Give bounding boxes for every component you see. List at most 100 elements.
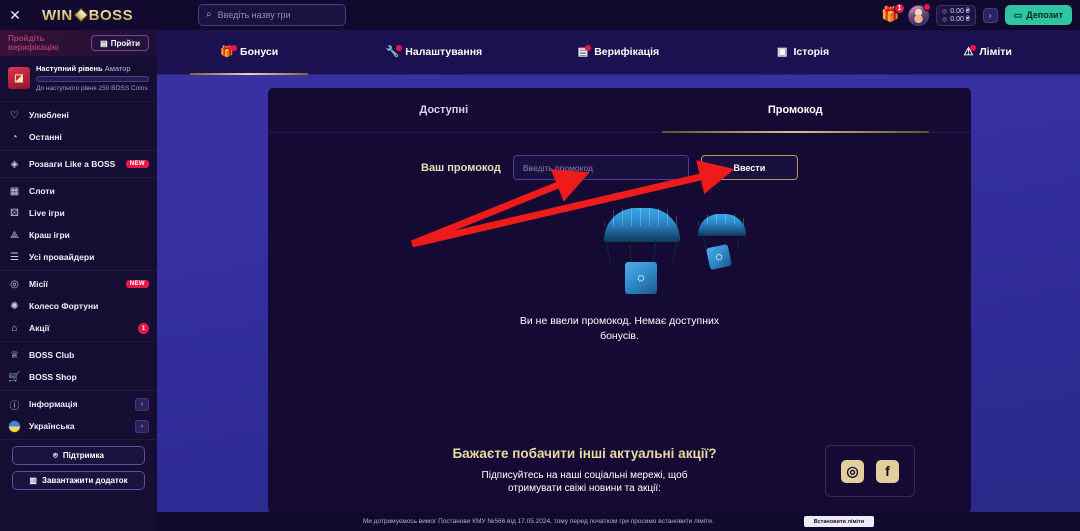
rocket-icon: ⟁ [10,229,19,241]
verification-pass-button[interactable]: ▤ Пройти [91,35,149,51]
tab-label: Верифікація [594,46,660,58]
avatar[interactable] [908,2,931,26]
header-right-cluster: 🎁 1 ◎ 0.00 ₴ ◎ 0.00 ₴ › ▭ Депозит [881,0,1072,30]
sidebar-item-rocket[interactable]: ⟁ Краш ігри [0,224,157,246]
notification-dot [396,44,403,51]
gift-badge: 1 [894,3,905,14]
compliance-text: Ми дотримуємось вимог Постанови КМУ №566… [362,518,714,525]
sidebar-item-flag-ua[interactable]: Українська › [0,415,157,437]
info-icon: ⓘ [9,400,20,412]
bonuses-panel: Доступні Промокод Ваш промокод Ввести ⛭ [268,88,971,513]
level-badge-icon: ◪ [8,67,30,89]
tab-id-card[interactable]: ▤ Верифікація [526,30,711,75]
sidebar-item-label: Колесо Фортуни [29,301,99,311]
logo-text-win: WIN [42,6,73,24]
new-badge: NEW [125,160,149,168]
level-title: Наступний рівень [36,64,103,73]
chevron-right-icon[interactable]: › [135,397,149,411]
sidebar-nav: ♡ Улюблені ◔ Останні ◈ Розваги Like a BOSS NEW… [0,102,157,440]
cart-icon: 🛒 [8,371,21,383]
id-card-icon: ▤ [578,44,592,58]
tab-promocode[interactable]: Промокод [620,88,972,133]
sidebar-item-list[interactable]: ☰ Усі провайдери [0,246,157,268]
wallet-icon: ▭ [1013,9,1023,20]
tab-promocode-label: Промокод [767,104,823,116]
level-name: Аматор [104,64,131,73]
sidebar-item-clock[interactable]: ◔ Останні [0,126,157,148]
tab-label: Історія [793,46,830,58]
avatar-badge [923,2,931,11]
gift-box-icon: ⌂ [11,322,18,334]
crown-icon: ♕ [10,349,19,361]
sidebar-nav-group: ♕ BOSS Club 🛒 BOSS Shop [0,342,157,391]
parachute-canopy-small-stripes [698,214,746,225]
close-icon[interactable]: ✕ [0,0,30,30]
tab-gift[interactable]: 🎁 Бонуси [157,30,342,75]
sidebar-nav-group: ♡ Улюблені ◔ Останні [0,102,157,151]
set-limits-button[interactable]: Встановити ліміти [803,516,875,527]
chevron-right-icon[interactable]: › [135,419,149,433]
level-progress-block[interactable]: ◪ Наступний рівень Аматор До наступного … [0,56,157,102]
sidebar-item-cart[interactable]: 🛒 BOSS Shop [0,366,157,388]
parachute-cord [670,240,679,266]
sidebar-button-label: Завантажити додаток [41,476,128,485]
social-promo-text: Бажаєте побачити інші актуальні акції? П… [294,446,825,496]
sidebar-item-dice[interactable]: ⚄ Live ігри [0,202,157,224]
logo-diamond-icon [73,7,88,23]
tab-wrench[interactable]: 🔧 Налаштування [342,30,527,75]
search-input[interactable] [217,10,328,20]
sidebar-item-diamond[interactable]: ◈ Розваги Like a BOSS NEW [0,153,157,175]
tab-available[interactable]: Доступні [268,88,620,132]
new-badge: NEW [125,280,149,288]
tab-label: Налаштування [405,46,483,58]
sidebar-nav-group: ▦ Слоти ⚄ Live ігри ⟁ Краш ігри ☰ Усі провайдер… [0,178,157,271]
parachute-cord [605,240,612,266]
balance-row: ◎ 0.00 ₴ [942,8,970,15]
id-card-icon: ▤ [100,38,108,48]
level-progress-bar [36,76,149,82]
sidebar-item-wheel[interactable]: ✺ Колесо Фортуни [0,295,157,317]
tab-label: Бонуси [240,46,279,58]
search-box[interactable]: ⌕ [198,4,346,26]
social-promo-section: Бажаєте побачити інші актуальні акції? П… [268,429,971,513]
balance-row: ◎ 0.00 ₴ [942,16,970,23]
deposit-button[interactable]: ▭ Депозит [1004,5,1072,25]
document-icon: ▣ [777,45,788,58]
social-promo-heading: Бажаєте побачити інші актуальні акції? [452,446,717,462]
balance-amount: 0.00 ₴ [950,15,970,23]
instagram-icon[interactable]: ◎ [841,459,864,483]
notification-dot [585,44,592,51]
sidebar-item-label: Місії [29,279,48,289]
sidebar-item-label: Акції [29,323,50,333]
balance-box[interactable]: ◎ 0.00 ₴ ◎ 0.00 ₴ [936,4,976,26]
slots-icon: ▦ [9,185,20,197]
tab-available-label: Доступні [419,104,469,116]
sidebar-item-label: Інформація [29,399,78,409]
app-root: ✕ WIN BOSS ⌕ 🎁 1 ◎ 0.00 ₴ [0,0,1080,531]
empty-state-message: Ви не ввели промокод. Немає доступних бо… [519,315,720,343]
sidebar-item-gift-box[interactable]: ⌂ Акції 1 [0,317,157,339]
sidebar-item-label: Розваги Like a BOSS [29,159,116,169]
sidebar-button-app-window[interactable]: ▥ Завантажити додаток [12,471,145,490]
balance-amount: 0.00 ₴ [950,7,970,15]
promocode-input[interactable] [512,155,689,180]
promocode-submit-button[interactable]: Ввести [700,155,798,180]
balance-expand-button[interactable]: › [982,7,998,23]
sidebar-item-slots[interactable]: ▦ Слоти [0,180,157,202]
winboss-logo[interactable]: WIN BOSS [42,7,133,24]
deposit-label: Депозит [1026,10,1063,20]
sidebar-item-target[interactable]: ◎ Місії NEW [0,273,157,295]
facebook-icon[interactable]: f [876,459,899,483]
sidebar-item-heart[interactable]: ♡ Улюблені [0,104,157,126]
tab-warning-triangle[interactable]: ⚠ Ліміти [895,30,1080,75]
header-gift-button[interactable]: 🎁 1 [881,3,905,25]
sidebar-button-headset[interactable]: ⌾ Підтримка [12,446,145,465]
bonus-subtabs: Доступні Промокод [268,88,971,133]
tab-document[interactable]: ▣ Історія [711,30,896,75]
promocode-label: Ваш промокод [421,161,501,174]
empty-state: ⛭ ⛭ Ви не ввели промокод. Немає доступни… [268,196,971,344]
coin-icon: ◎ [942,16,948,23]
sidebar-item-info[interactable]: ⓘ Інформація › [0,393,157,415]
warning-triangle-icon: ⚠ [963,44,977,58]
sidebar-item-crown[interactable]: ♕ BOSS Club [0,344,157,366]
